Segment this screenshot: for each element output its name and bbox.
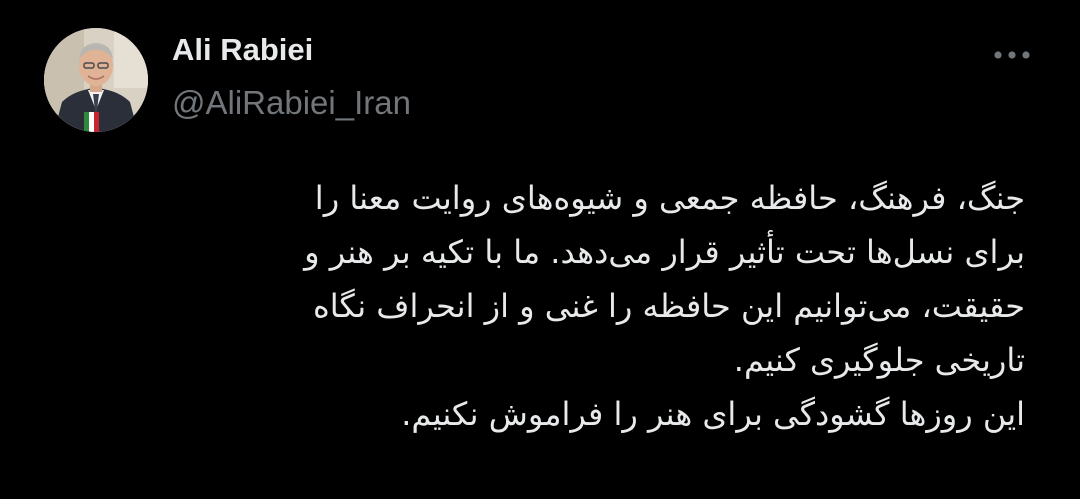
more-horizontal-icon <box>994 51 1030 59</box>
display-name[interactable]: Ali Rabiei <box>172 32 313 68</box>
tweet: Ali Rabiei @AliRabiei_Iran جنگ، فرهنگ، ح… <box>0 0 1080 499</box>
tweet-text-line: جنگ، فرهنگ، حافظه جمعی و شیوه‌های روایت … <box>314 179 1025 217</box>
tweet-text-line: برای نسل‌ها تحت تأثیر قرار می‌دهد. ما با… <box>304 233 1025 271</box>
tweet-text: جنگ، فرهنگ، حافظه جمعی و شیوه‌های روایت … <box>205 171 1025 441</box>
more-options-button[interactable] <box>988 40 1036 70</box>
tweet-text-line: تاریخی جلوگیری کنیم. <box>733 341 1025 379</box>
avatar[interactable] <box>44 28 148 132</box>
profile-photo <box>44 28 148 132</box>
user-handle[interactable]: @AliRabiei_Iran <box>172 84 411 122</box>
tweet-text-line: این روزها گشودگی برای هنر را فراموش نکنی… <box>401 395 1025 433</box>
tweet-text-line: حقیقت، می‌توانیم این حافظه را غنی و از ا… <box>313 287 1025 325</box>
